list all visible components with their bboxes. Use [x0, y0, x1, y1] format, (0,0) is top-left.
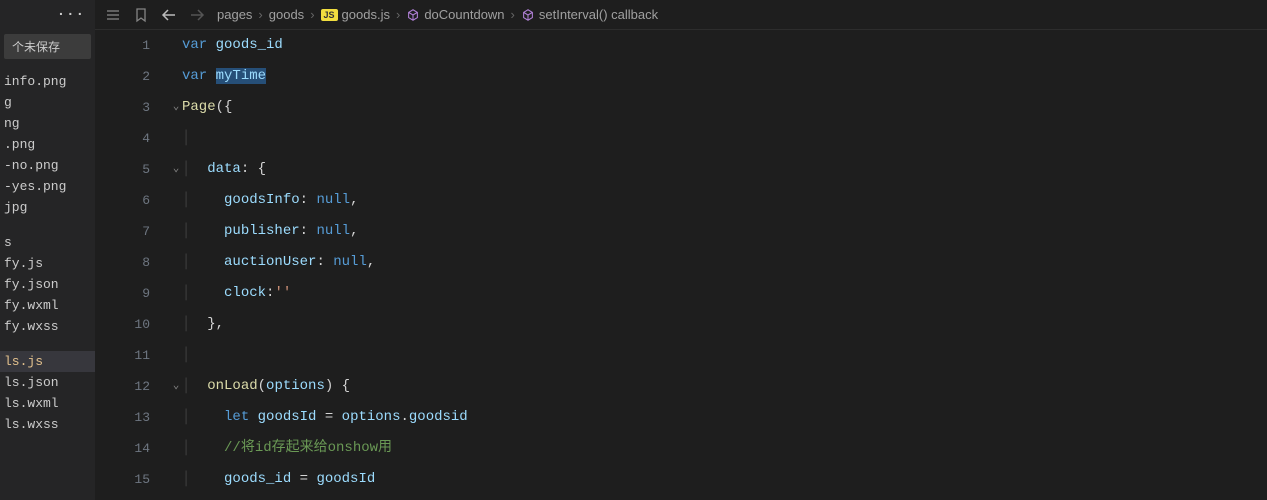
- nav-back-icon[interactable]: [161, 7, 177, 23]
- line-number: 12: [95, 371, 150, 402]
- fold-toggle: [170, 464, 182, 495]
- code-line[interactable]: │ //将id存起来给onshow用: [182, 433, 1267, 464]
- file-item[interactable]: ls.js: [0, 351, 95, 372]
- breadcrumb-item[interactable]: goods: [269, 7, 304, 22]
- bookmark-icon[interactable]: [133, 7, 149, 23]
- code-line[interactable]: │ data: {: [182, 154, 1267, 185]
- breadcrumb-item[interactable]: JS goods.js: [321, 7, 390, 22]
- code-line[interactable]: var myTime: [182, 61, 1267, 92]
- breadcrumb-label: doCountdown: [424, 7, 504, 22]
- code-line[interactable]: │: [182, 123, 1267, 154]
- line-number: 13: [95, 402, 150, 433]
- line-number: 2: [95, 61, 150, 92]
- fold-toggle: [170, 216, 182, 247]
- editor-top-bar: pages › goods › JS goods.js › doCountdow…: [95, 0, 1267, 30]
- line-number: 9: [95, 278, 150, 309]
- breadcrumb-item[interactable]: doCountdown: [406, 7, 504, 22]
- line-number: 5: [95, 154, 150, 185]
- unsaved-indicator: 个未保存: [4, 34, 91, 59]
- breadcrumb-label: setInterval() callback: [539, 7, 658, 22]
- file-item[interactable]: fy.json: [0, 274, 95, 295]
- file-item[interactable]: ls.wxml: [0, 393, 95, 414]
- code-line[interactable]: │: [182, 340, 1267, 371]
- code-line[interactable]: │ clock:'': [182, 278, 1267, 309]
- code-line[interactable]: │ publisher: null,: [182, 216, 1267, 247]
- editor-main: pages › goods › JS goods.js › doCountdow…: [95, 0, 1267, 500]
- more-actions-icon[interactable]: ···: [57, 7, 85, 23]
- file-item[interactable]: ls.wxss: [0, 414, 95, 435]
- line-number: 14: [95, 433, 150, 464]
- file-item[interactable]: fy.js: [0, 253, 95, 274]
- breadcrumb-item[interactable]: pages: [217, 7, 252, 22]
- fold-gutter: ⌄ ⌄ ⌄: [170, 30, 182, 500]
- chevron-right-icon: ›: [258, 7, 262, 22]
- fold-toggle[interactable]: ⌄: [170, 154, 182, 185]
- file-item[interactable]: .png: [0, 134, 95, 155]
- fold-toggle: [170, 123, 182, 154]
- code-line[interactable]: │ goodsInfo: null,: [182, 185, 1267, 216]
- fold-toggle[interactable]: ⌄: [170, 371, 182, 402]
- file-item[interactable]: info.png: [0, 71, 95, 92]
- fold-toggle: [170, 340, 182, 371]
- code-line[interactable]: │ let goodsId = options.goodsid: [182, 402, 1267, 433]
- line-number: 10: [95, 309, 150, 340]
- code-line[interactable]: │ },: [182, 309, 1267, 340]
- file-item[interactable]: ls.json: [0, 372, 95, 393]
- line-number: 15: [95, 464, 150, 495]
- line-number: 4: [95, 123, 150, 154]
- chevron-right-icon: ›: [310, 7, 314, 22]
- code-line[interactable]: │ goods_id = goodsId: [182, 464, 1267, 495]
- code-line[interactable]: Page({: [182, 92, 1267, 123]
- file-item[interactable]: fy.wxml: [0, 295, 95, 316]
- fold-toggle: [170, 185, 182, 216]
- fold-toggle: [170, 61, 182, 92]
- code-line[interactable]: │ auctionUser: null,: [182, 247, 1267, 278]
- method-icon: [521, 8, 535, 22]
- line-number-gutter: 123456789101112131415: [95, 30, 170, 500]
- list-view-icon[interactable]: [105, 7, 121, 23]
- fold-toggle[interactable]: ⌄: [170, 92, 182, 123]
- file-list: info.pnggng.png-no.png-yes.pngjpgsfy.jsf…: [0, 71, 95, 435]
- file-item[interactable]: -yes.png: [0, 176, 95, 197]
- chevron-right-icon: ›: [511, 7, 515, 22]
- file-explorer-sidebar: ··· 个未保存 info.pnggng.png-no.png-yes.pngj…: [0, 0, 95, 500]
- js-file-icon: JS: [321, 9, 338, 21]
- breadcrumb: pages › goods › JS goods.js › doCountdow…: [217, 7, 658, 22]
- line-number: 11: [95, 340, 150, 371]
- line-number: 6: [95, 185, 150, 216]
- breadcrumb-label: goods.js: [342, 7, 390, 22]
- fold-toggle: [170, 30, 182, 61]
- code-editor[interactable]: 123456789101112131415 ⌄⌄⌄ var goods_idva…: [95, 30, 1267, 500]
- breadcrumb-item[interactable]: setInterval() callback: [521, 7, 658, 22]
- line-number: 8: [95, 247, 150, 278]
- file-item[interactable]: jpg: [0, 197, 95, 218]
- fold-toggle: [170, 402, 182, 433]
- file-item[interactable]: s: [0, 232, 95, 253]
- fold-toggle: [170, 247, 182, 278]
- file-item[interactable]: ng: [0, 113, 95, 134]
- line-number: 7: [95, 216, 150, 247]
- fold-toggle: [170, 278, 182, 309]
- chevron-right-icon: ›: [396, 7, 400, 22]
- method-icon: [406, 8, 420, 22]
- code-line[interactable]: │ onLoad(options) {: [182, 371, 1267, 402]
- code-content[interactable]: var goods_idvar myTimePage({││ data: {│ …: [182, 30, 1267, 500]
- fold-toggle: [170, 433, 182, 464]
- file-item[interactable]: g: [0, 92, 95, 113]
- code-line[interactable]: var goods_id: [182, 30, 1267, 61]
- file-item[interactable]: fy.wxss: [0, 316, 95, 337]
- sidebar-header: ···: [0, 0, 95, 30]
- nav-forward-icon[interactable]: [189, 7, 205, 23]
- line-number: 3: [95, 92, 150, 123]
- file-item[interactable]: -no.png: [0, 155, 95, 176]
- line-number: 1: [95, 30, 150, 61]
- fold-toggle: [170, 309, 182, 340]
